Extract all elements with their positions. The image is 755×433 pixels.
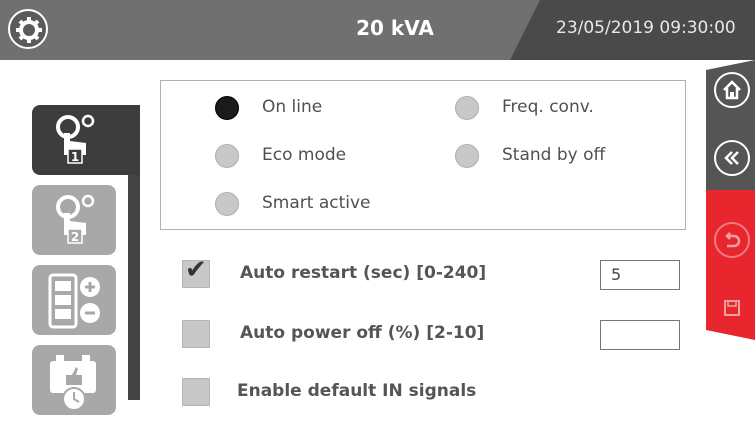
back-skip-button[interactable] [714, 140, 750, 176]
settings-menu-button[interactable] [8, 9, 48, 49]
auto-restart-checkbox[interactable]: ✔ [182, 255, 210, 288]
datetime-display: 23/05/2019 09:30:00 [556, 18, 736, 38]
auto-restart-input[interactable]: 5 [600, 260, 680, 290]
default-in-signals-checkbox[interactable] [182, 378, 210, 406]
svg-text:1: 1 [71, 150, 79, 164]
device-rating-title: 20 kVA [356, 16, 434, 40]
auto-restart-label: Auto restart (sec) [0-240] [240, 263, 487, 283]
touch-gear-1-icon: 1 [56, 114, 95, 164]
battery-clock-icon [50, 355, 96, 411]
home-icon [723, 80, 741, 100]
auto-power-off-input[interactable] [600, 320, 680, 350]
save-button[interactable] [714, 290, 750, 326]
checkmark-icon: ✔ [185, 255, 207, 285]
save-icon [724, 300, 740, 316]
radio-smart-active[interactable] [215, 192, 239, 216]
radio-label-freq-conv: Freq. conv. [502, 97, 594, 117]
radio-stand-by-off[interactable] [455, 144, 479, 168]
undo-button[interactable] [714, 222, 750, 258]
auto-power-off-label: Auto power off (%) [2-10] [240, 323, 485, 343]
home-button[interactable] [714, 72, 750, 108]
undo-icon [725, 232, 741, 248]
sidebar-item-battery[interactable] [32, 265, 116, 335]
header-bar: 20 kVA 23/05/2019 09:30:00 [0, 0, 755, 60]
radio-label-stand-by-off: Stand by off [502, 145, 606, 165]
default-in-signals-label: Enable default IN signals [237, 381, 477, 401]
gear-icon [16, 17, 42, 43]
sidebar-item-settings-1[interactable]: 1 [32, 105, 140, 175]
radio-label-smart-active: Smart active [262, 193, 371, 213]
radio-on-line[interactable] [215, 96, 239, 120]
auto-power-off-checkbox[interactable] [182, 320, 210, 348]
back-skip-icon [724, 151, 739, 165]
battery-plus-minus-icon [48, 273, 100, 329]
radio-freq-conv[interactable] [455, 96, 479, 120]
radio-label-eco-mode: Eco mode [262, 145, 347, 165]
svg-text:2: 2 [71, 230, 79, 244]
touch-gear-2-icon: 2 [56, 194, 95, 244]
radio-eco-mode[interactable] [215, 144, 239, 168]
sidebar-item-settings-2[interactable]: 2 [32, 185, 116, 255]
radio-label-on-line: On line [262, 97, 323, 117]
sidebar-item-battery-test[interactable] [32, 345, 116, 415]
